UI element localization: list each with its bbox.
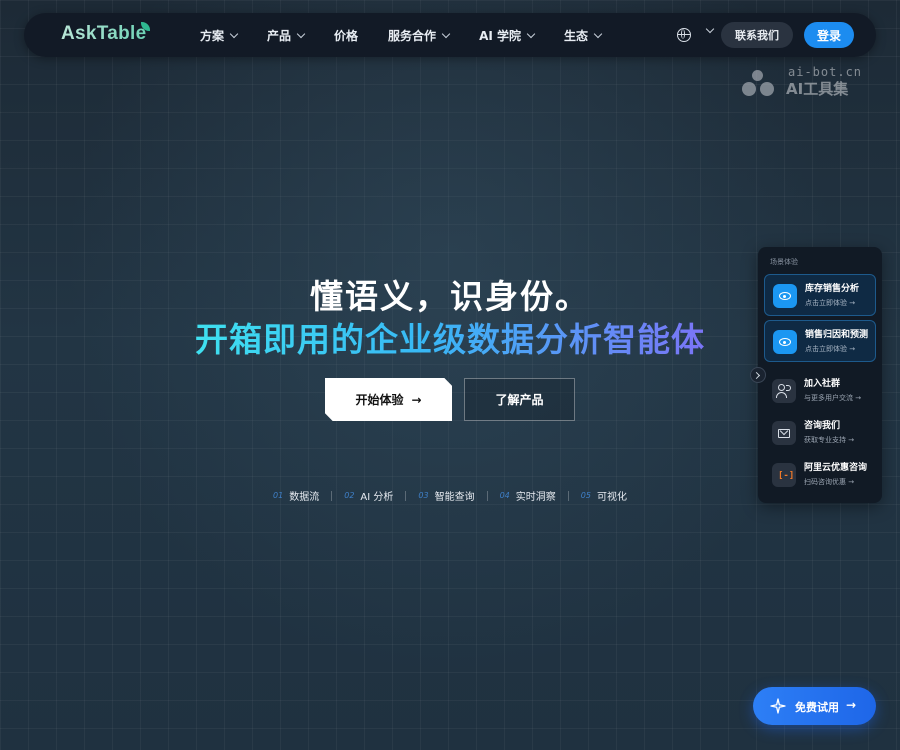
watermark: ai-bot.cn AI工具集 [742,65,866,98]
row-subtitle: 扫码咨询优惠 → [804,478,855,486]
button-label: 开始体验 [355,393,404,407]
menu-item-products[interactable]: 产品 [267,27,306,44]
aliyun-icon: [-] [772,463,796,487]
arrow-right-icon: → [846,698,857,712]
row-subtitle: 获取专业支持 → [804,436,855,444]
chevron-down-icon [229,29,239,38]
trial-label: 免费试用 [795,701,839,714]
eye-icon [773,330,797,354]
feature-label: 智能查询 [434,492,475,503]
feature-number: 01 [273,491,284,500]
login-button[interactable]: 登录 [804,22,854,48]
row-title: 加入社群 [804,379,841,389]
chevron-down-icon[interactable] [705,24,715,34]
panel-title: 场景体验 [770,258,798,266]
menu-item-ecosystem[interactable]: 生态 [564,27,603,44]
panel-collapse-toggle[interactable] [750,367,766,383]
logo[interactable]: AskTable [61,23,146,45]
sparkle-icon [770,698,786,714]
start-experience-button[interactable]: 开始体验 → [325,378,452,421]
chevron-down-icon [296,29,306,38]
chevron-down-icon [526,29,536,38]
divider [405,490,407,501]
menu-label: 服务合作 [388,28,437,43]
scenario-card-sales-attribution[interactable]: 销售归因和预测 点击立即体验 → [764,320,876,362]
arrow-right-icon: → [411,392,422,407]
feature-number: 04 [499,491,510,500]
hero-subheadline-text: 开箱即用的企业级数据分析智能体 [195,320,705,359]
watermark-logo-icon [742,70,782,96]
card-title: 销售归因和预测 [805,330,869,340]
card-subtitle: 点击立即体验 → [805,299,856,307]
scenario-panel: 场景体验 库存销售分析 点击立即体验 → 销售归因和预测 点击立即体验 → 加入… [758,247,882,503]
feature-item: 02 AI 分析 [344,488,393,503]
chevron-down-icon [593,29,603,38]
row-title: 阿里云优惠咨询 [804,463,868,473]
feature-label: 实时洞察 [515,492,556,503]
row-title: 咨询我们 [804,421,841,431]
menu-item-solutions[interactable]: 方案 [200,27,239,44]
scenario-card-inventory-sales[interactable]: 库存销售分析 点击立即体验 → [764,274,876,316]
feature-item: 03 智能查询 [418,488,474,503]
consult-us-item[interactable]: 咨询我们 获取专业支持 → [764,414,876,454]
watermark-url: ai-bot.cn [788,65,863,79]
aliyun-discount-item[interactable]: [-] 阿里云优惠咨询 扫码咨询优惠 → [764,456,876,496]
main-menu: 方案 产品 价格 服务合作 AI 学院 生态 [200,13,631,57]
mail-icon [772,421,796,445]
menu-item-services[interactable]: 服务合作 [388,27,451,44]
eye-icon [773,284,797,308]
users-icon [772,379,796,403]
learn-product-button[interactable]: 了解产品 [464,378,575,421]
contact-us-button[interactable]: 联系我们 [721,22,793,48]
menu-label: 价格 [334,28,359,43]
card-subtitle: 点击立即体验 → [805,345,856,353]
chevron-down-icon [441,29,451,38]
feature-number: 02 [344,491,355,500]
globe-icon[interactable] [677,28,691,42]
menu-label: 方案 [200,28,225,43]
divider [331,490,333,501]
menu-label: 产品 [267,28,292,43]
menu-label: 生态 [564,28,589,43]
watermark-name: AI工具集 [786,80,849,98]
feature-item: 01 数据流 [273,488,319,503]
join-community-item[interactable]: 加入社群 与更多用户交流 → [764,372,876,412]
feature-label: 可视化 [596,492,627,503]
feature-number: 05 [580,491,591,500]
feature-item: 05 可视化 [581,488,627,503]
feature-label: AI 分析 [360,492,394,503]
divider [567,490,569,501]
menu-item-ai-academy[interactable]: AI 学院 [479,27,536,44]
free-trial-button[interactable]: 免费试用 → [753,687,876,725]
feature-number: 03 [418,491,429,500]
menu-item-pricing[interactable]: 价格 [334,27,358,44]
top-nav: AskTable 方案 产品 价格 服务合作 AI 学院 生态 联系我们 登录 [24,13,876,57]
feature-item: 04 实时洞察 [500,488,556,503]
feature-label: 数据流 [289,492,320,503]
menu-label: AI 学院 [479,28,521,43]
card-title: 库存销售分析 [805,284,860,294]
row-subtitle: 与更多用户交流 → [804,394,862,402]
divider [486,490,488,501]
